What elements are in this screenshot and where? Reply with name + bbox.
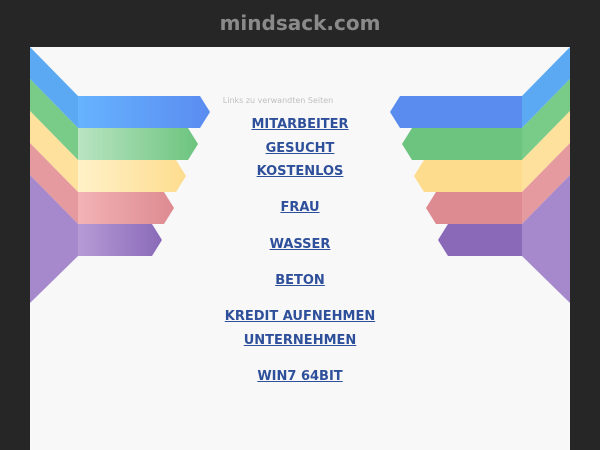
parked-page-panel: Links zu verwandten Seiten MITARBEITER G…	[30, 47, 570, 450]
related-links-header: Links zu verwandten Seiten	[222, 96, 334, 105]
related-link[interactable]: MITARBEITER	[30, 116, 570, 134]
related-link[interactable]: UNTERNEHMEN	[30, 332, 570, 350]
related-link[interactable]: KOSTENLOS	[30, 163, 570, 181]
related-link[interactable]: FRAU	[30, 199, 570, 217]
related-links: Links zu verwandten Seiten MITARBEITER G…	[30, 47, 570, 450]
related-link[interactable]: WIN7 64BIT	[30, 368, 570, 386]
related-link[interactable]: GESUCHT	[30, 140, 570, 158]
domain-title: mindsack.com	[219, 11, 381, 35]
related-link[interactable]: KREDIT AUFNEHMEN	[30, 308, 570, 326]
related-link[interactable]: WASSER	[30, 236, 570, 254]
related-link[interactable]: BETON	[30, 272, 570, 290]
